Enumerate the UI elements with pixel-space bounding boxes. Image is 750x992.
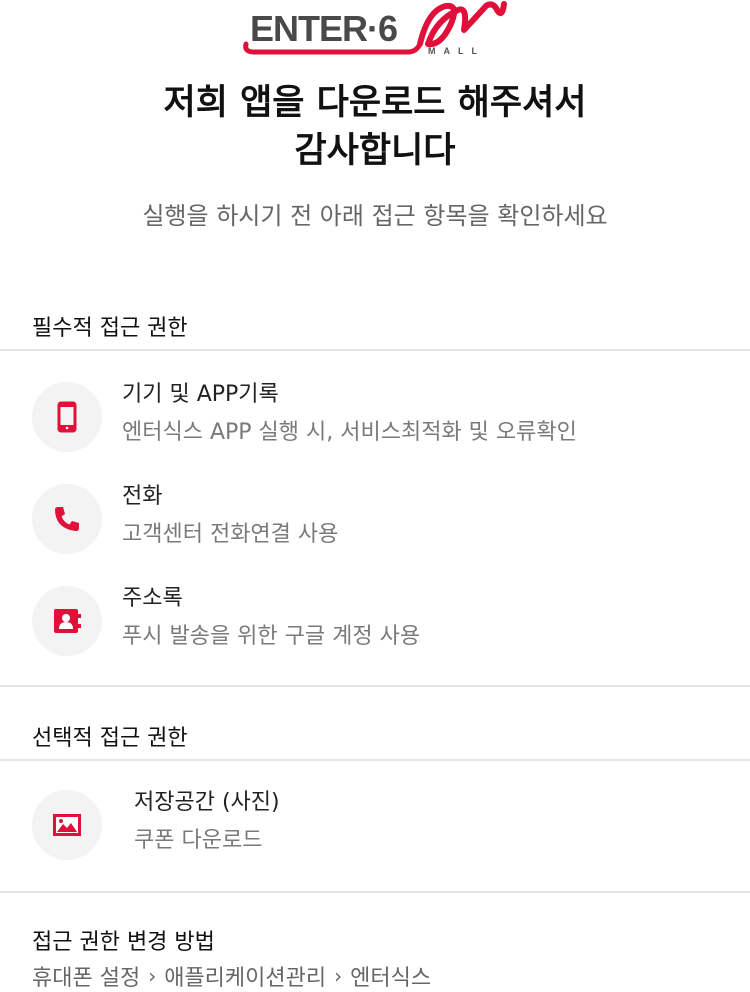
divider (0, 349, 750, 351)
permission-desc: 고객센터 전화연결 사용 (122, 522, 339, 547)
app-logo: ENTER·6 MALL (240, 0, 510, 58)
smartphone-icon (57, 401, 77, 433)
divider (0, 891, 750, 893)
optional-section-title: 선택적 접근 권한 (32, 726, 188, 751)
permission-desc: 엔터식스 APP 실행 시, 서비스최적화 및 오류확인 (122, 420, 577, 445)
icon-circle (32, 484, 102, 554)
permission-desc: 쿠폰 다운로드 (134, 828, 263, 853)
icon-circle (32, 382, 102, 452)
image-icon (53, 814, 81, 836)
icon-circle (32, 790, 102, 860)
permission-item-storage: 저장공간 (사진) 쿠폰 다운로드 (32, 790, 732, 862)
contact-card-icon (54, 609, 81, 633)
permission-item-phone: 전화 고객센터 전화연결 사용 (32, 484, 732, 556)
permission-name: 전화 (122, 484, 163, 509)
permission-name: 기기 및 APP기록 (122, 382, 279, 407)
path-step: 애플리케이션관리 (164, 966, 327, 991)
divider (0, 685, 750, 687)
permission-name: 저장공간 (사진) (134, 790, 280, 815)
logo-text: ENTER·6 (250, 8, 398, 49)
settings-path-breadcrumb: 휴대폰 설정 › 애플리케이션관리 › 엔터식스 (32, 960, 431, 992)
page-title-line1: 저희 앱을 다운로드 해주셔서 (163, 83, 587, 123)
required-section-title: 필수적 접근 권한 (32, 316, 188, 341)
path-step: 휴대폰 설정 (32, 966, 141, 991)
permission-name: 주소록 (122, 586, 183, 611)
chevron-right-icon: › (334, 964, 343, 988)
phone-icon (55, 507, 79, 531)
page-title-line2: 감사합니다 (294, 131, 456, 171)
logo-subtext: MALL (428, 46, 485, 56)
permission-desc: 푸시 발송을 위한 구글 계정 사용 (122, 624, 421, 649)
icon-circle (32, 586, 102, 656)
permission-item-contacts: 주소록 푸시 발송을 위한 구글 계정 사용 (32, 586, 732, 658)
howto-title: 접근 권한 변경 방법 (32, 930, 215, 955)
path-step: 엔터식스 (350, 966, 432, 991)
divider (0, 759, 750, 761)
permission-item-device: 기기 및 APP기록 엔터식스 APP 실행 시, 서비스최적화 및 오류확인 (32, 382, 732, 454)
chevron-right-icon: › (148, 964, 157, 988)
page-subtitle: 실행을 하시기 전 아래 접근 항목을 확인하세요 (142, 202, 608, 230)
